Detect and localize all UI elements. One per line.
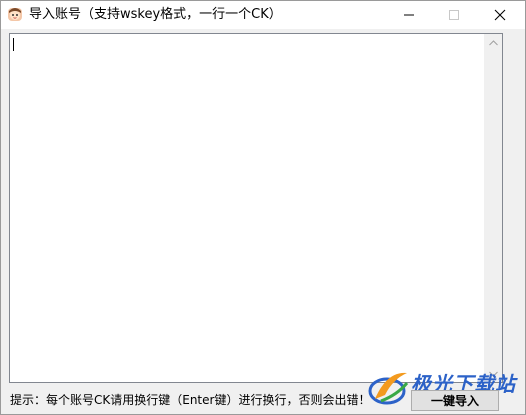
hint-text: 提示：每个账号CK请用换行键（Enter键）进行换行，否则会出错！	[10, 393, 371, 407]
scroll-up-button[interactable]	[485, 34, 502, 51]
import-account-window: 导入账号（支持wskey格式，一行一个CK） 提示：每个账号CK请用换行键（En…	[0, 0, 526, 415]
client-area	[9, 33, 517, 383]
vertical-scrollbar[interactable]	[484, 34, 502, 382]
scroll-down-button[interactable]	[485, 365, 502, 382]
minimize-button[interactable]	[386, 1, 431, 29]
account-textarea[interactable]	[10, 34, 486, 380]
maximize-icon	[448, 10, 459, 20]
chevron-up-icon	[489, 39, 498, 45]
close-icon	[494, 9, 505, 21]
account-input-box	[9, 33, 503, 383]
window-title: 导入账号（支持wskey格式，一行一个CK）	[29, 7, 282, 22]
text-caret	[13, 38, 14, 51]
title-bar[interactable]: 导入账号（支持wskey格式，一行一个CK）	[1, 1, 525, 29]
close-button[interactable]	[477, 1, 522, 29]
chevron-down-icon	[489, 371, 498, 377]
app-icon	[7, 6, 23, 22]
minimize-icon	[403, 14, 414, 16]
one-click-import-button[interactable]: 一键导入	[411, 390, 499, 411]
maximize-button[interactable]	[431, 1, 476, 29]
